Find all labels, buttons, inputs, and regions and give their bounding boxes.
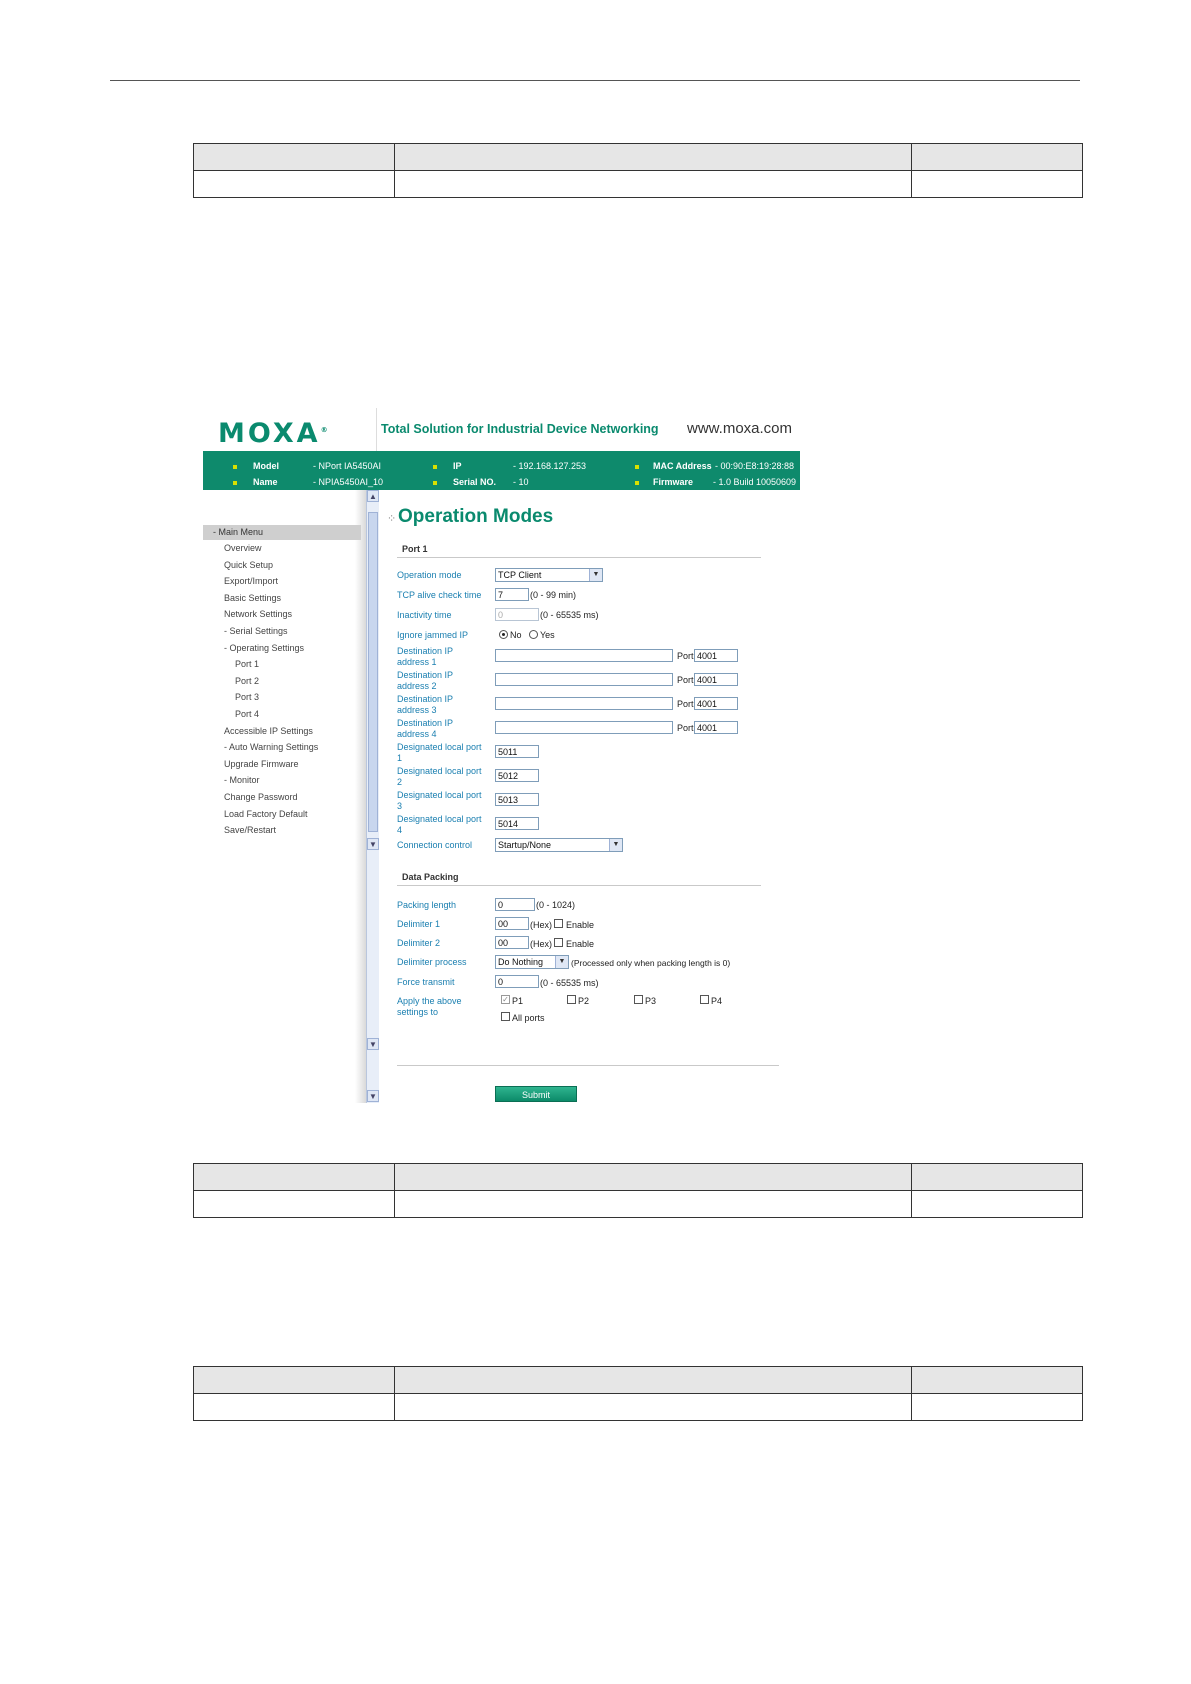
delimiter-1-label: Delimiter 1 (397, 919, 441, 929)
moxa-logo: MOXA® (218, 418, 328, 449)
delimiter-process-select[interactable]: Do Nothing ▼ (495, 955, 569, 969)
inactivity-input[interactable]: 0 (495, 608, 539, 621)
sidebar-item-quick-setup[interactable]: Quick Setup (224, 560, 273, 570)
operation-mode-select[interactable]: TCP Client ▼ (495, 568, 603, 582)
force-transmit-input[interactable]: 0 (495, 975, 539, 988)
main-content: ⁘ Operation Modes Port 1 Operation mode … (379, 490, 800, 1103)
destination-1-port-input[interactable]: 4001 (694, 649, 738, 662)
port-section-header: Port 1 (397, 542, 761, 558)
apply-to-label: Apply the above settings to (397, 996, 462, 1017)
destination-4-port-input[interactable]: 4001 (694, 721, 738, 734)
sidebar-item-serial-settings[interactable]: - Serial Settings (224, 626, 288, 636)
delimiter-2-label: Delimiter 2 (397, 938, 441, 948)
sidebar-item-basic-settings[interactable]: Basic Settings (224, 593, 281, 603)
sidebar-item-network-settings[interactable]: Network Settings (224, 609, 292, 619)
delimiter-1-enable-checkbox[interactable] (554, 919, 563, 928)
destination-3-port-input[interactable]: 4001 (694, 697, 738, 710)
apply-p4-checkbox[interactable] (700, 995, 709, 1004)
chevron-down-icon: ▼ (609, 839, 622, 851)
parameter-table-1 (193, 143, 1083, 198)
scroll-thumb[interactable] (368, 512, 378, 832)
local-port-1-label: Designated local port 1 (397, 742, 482, 763)
tcp-alive-label: TCP alive check time (397, 590, 482, 600)
destination-2-ip-input[interactable] (495, 673, 673, 686)
sidebar-item-auto-warning[interactable]: - Auto Warning Settings (224, 742, 318, 752)
destination-1-ip-input[interactable] (495, 649, 673, 662)
destination-2-label: Destination IP address 2 (397, 670, 454, 691)
sidebar-item-export-import[interactable]: Export/Import (224, 576, 278, 586)
scroll-up-icon[interactable]: ▲ (367, 490, 379, 502)
tcp-alive-input[interactable]: 7 (495, 588, 529, 601)
submit-button[interactable]: Submit (495, 1086, 577, 1102)
destination-4-ip-input[interactable] (495, 721, 673, 734)
chevron-down-icon: ▼ (555, 956, 568, 968)
operation-mode-label: Operation mode (397, 570, 462, 580)
bullet-icon (635, 481, 639, 485)
sidebar-item-port-2[interactable]: Port 2 (235, 676, 259, 686)
device-info-bar: Model - NPort IA5450AI Name - NPIA5450AI… (203, 451, 800, 490)
sidebar-item-port-3[interactable]: Port 3 (235, 692, 259, 702)
bullet-icon (233, 465, 237, 469)
local-port-3-input[interactable]: 5013 (495, 793, 539, 806)
parameter-table-2 (193, 1163, 1083, 1218)
bullet-icon (635, 465, 639, 469)
ignore-jammed-label: Ignore jammed IP (397, 630, 469, 640)
sidebar-item-save-restart[interactable]: Save/Restart (224, 825, 276, 835)
sidebar-item-upgrade-firmware[interactable]: Upgrade Firmware (224, 759, 299, 769)
sidebar-item-port-1[interactable]: Port 1 (235, 659, 259, 669)
local-port-2-input[interactable]: 5012 (495, 769, 539, 782)
inactivity-label: Inactivity time (397, 610, 452, 620)
header-rule (110, 80, 1080, 81)
sidebar-scrollbar[interactable]: ▲ ▼ ▼ ▼ (366, 490, 379, 1103)
banner: MOXA® Total Solution for Industrial Devi… (203, 408, 800, 451)
destination-1-label: Destination IP address 1 (397, 646, 454, 667)
ignore-yes-radio[interactable] (529, 630, 538, 639)
destination-3-label: Destination IP address 3 (397, 694, 454, 715)
apply-p1-checkbox[interactable]: ✓ (501, 995, 510, 1004)
apply-all-ports-checkbox[interactable] (501, 1012, 510, 1021)
main-menu-header[interactable]: - Main Menu (203, 525, 361, 540)
delimiter-2-input[interactable]: 00 (495, 936, 529, 949)
local-port-4-input[interactable]: 5014 (495, 817, 539, 830)
website-link[interactable]: www.moxa.com (687, 420, 792, 437)
connection-control-label: Connection control (397, 840, 473, 850)
parameter-table-3 (193, 1366, 1083, 1421)
apply-p3-checkbox[interactable] (634, 995, 643, 1004)
title-bullet-icon: ⁘ (387, 513, 397, 525)
sidebar-item-monitor[interactable]: - Monitor (224, 775, 260, 785)
tagline: Total Solution for Industrial Device Net… (381, 422, 659, 436)
sidebar-item-overview[interactable]: Overview (224, 543, 262, 553)
data-packing-section-header: Data Packing (397, 870, 761, 886)
scroll-down-icon[interactable]: ▼ (367, 838, 379, 850)
operation-modes-screenshot: MOXA® Total Solution for Industrial Devi… (203, 408, 800, 1103)
local-port-1-input[interactable]: 5011 (495, 745, 539, 758)
destination-2-port-input[interactable]: 4001 (694, 673, 738, 686)
destination-3-ip-input[interactable] (495, 697, 673, 710)
sidebar-item-accessible-ip[interactable]: Accessible IP Settings (224, 726, 313, 736)
page-title: Operation Modes (398, 506, 554, 527)
packing-length-input[interactable]: 0 (495, 898, 535, 911)
local-port-3-label: Designated local port 3 (397, 790, 482, 811)
destination-4-label: Destination IP address 4 (397, 718, 454, 739)
chevron-down-icon: ▼ (589, 569, 602, 581)
connection-control-select[interactable]: Startup/None ▼ (495, 838, 623, 852)
delimiter-1-input[interactable]: 00 (495, 917, 529, 930)
delimiter-2-enable-checkbox[interactable] (554, 938, 563, 947)
force-transmit-label: Force transmit (397, 977, 455, 987)
sidebar-item-load-factory-default[interactable]: Load Factory Default (224, 809, 308, 819)
delimiter-process-label: Delimiter process (397, 957, 467, 967)
sidebar-item-change-password[interactable]: Change Password (224, 792, 298, 802)
bullet-icon (433, 465, 437, 469)
sidebar-item-port-4[interactable]: Port 4 (235, 709, 259, 719)
local-port-2-label: Designated local port 2 (397, 766, 482, 787)
bullet-icon (433, 481, 437, 485)
scroll-down-icon[interactable]: ▼ (367, 1090, 379, 1102)
scroll-down-icon[interactable]: ▼ (367, 1038, 379, 1050)
packing-length-label: Packing length (397, 900, 457, 910)
ignore-no-radio[interactable] (499, 630, 508, 639)
local-port-4-label: Designated local port 4 (397, 814, 482, 835)
bullet-icon (233, 481, 237, 485)
apply-p2-checkbox[interactable] (567, 995, 576, 1004)
sidebar-item-operating-settings[interactable]: - Operating Settings (224, 643, 304, 653)
